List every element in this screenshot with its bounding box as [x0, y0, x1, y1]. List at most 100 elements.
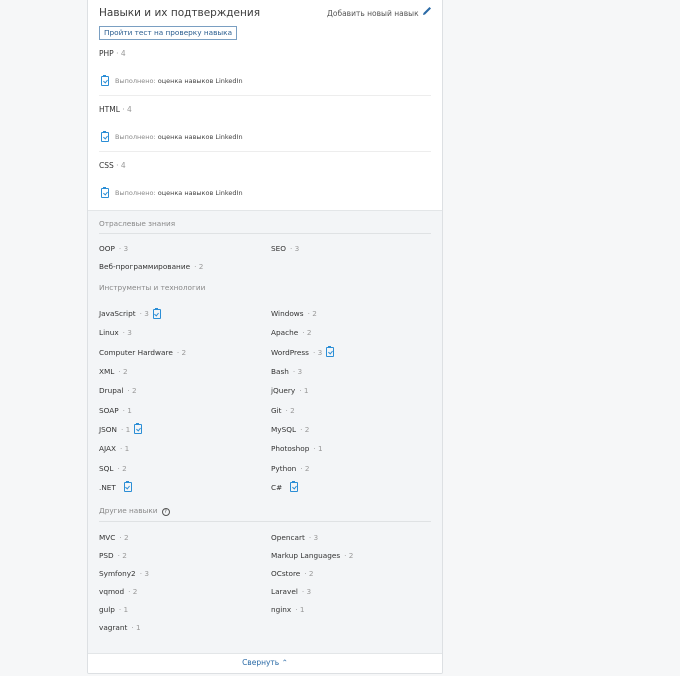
skill-name: OCstore [271, 568, 301, 578]
skill-name: Markup Languages [271, 550, 341, 560]
endorsement-count: · 1 [120, 444, 130, 454]
industry-knowledge-list: OOP · 3 SEO · 3 Веб-программирование · 2 [99, 239, 431, 275]
skill-item[interactable]: XML · 2 [99, 362, 271, 381]
skill-item[interactable]: MVC · 2 [99, 528, 271, 546]
endorsement-count: · 3 [292, 367, 303, 377]
endorsement-count: · 4 [116, 49, 126, 58]
skill-html[interactable]: HTML · 4 [99, 105, 132, 114]
endorsement-count: · 3 [122, 328, 132, 338]
skill-name: MVC [99, 532, 116, 542]
skill-item[interactable]: Symfony2 · 3 [99, 564, 271, 582]
pencil-icon[interactable] [421, 5, 433, 17]
skill-item[interactable]: MySQL · 2 [271, 420, 442, 439]
skill-item[interactable]: Git · 2 [271, 400, 442, 419]
verified-prefix: Выполнено: [115, 77, 156, 85]
skill-item[interactable]: SQL · 2 [99, 458, 271, 477]
skill-item[interactable]: Apache · 2 [271, 323, 442, 342]
chevron-up-icon: ⌃ [281, 658, 288, 667]
skill-php[interactable]: PHP · 4 [99, 49, 126, 58]
add-skill-link[interactable]: Добавить новый навык [327, 9, 419, 18]
skill-name: SOAP [99, 405, 119, 415]
skill-name: SQL [99, 463, 114, 473]
skill-item[interactable]: vagrant · 1 [99, 618, 271, 636]
skill-item[interactable]: Photoshop · 1 [271, 439, 442, 458]
skill-name: Apache [271, 328, 299, 338]
endorsement-count: · 4 [116, 161, 126, 170]
skill-item[interactable]: Drupal · 2 [99, 381, 271, 400]
skill-item[interactable]: C# [271, 478, 442, 497]
skill-name: Git [271, 405, 282, 415]
verified-badge: Выполнено: оценка навыков LinkedIn [101, 131, 243, 142]
skill-name: Drupal [99, 386, 124, 396]
skill-item[interactable]: gulp · 1 [99, 600, 271, 618]
endorsement-count: · 2 [307, 309, 317, 319]
skill-name: CSS [99, 161, 114, 170]
skill-item[interactable]: Linux · 3 [99, 323, 271, 342]
skill-item[interactable]: PSD · 2 [99, 546, 271, 564]
skill-item[interactable]: SEO · 3 [271, 239, 442, 257]
section-title: Навыки и их подтверждения [99, 7, 261, 19]
skill-item[interactable]: jQuery · 1 [271, 381, 442, 400]
industry-knowledge-heading: Отраслевые знания [99, 219, 431, 234]
collapse-label: Свернуть [242, 658, 280, 667]
endorsement-count: · 2 [300, 424, 310, 434]
skill-name: gulp [99, 604, 115, 614]
take-skill-test-button[interactable]: Пройти тест на проверку навыка [99, 26, 238, 40]
endorsement-count: · 1 [313, 444, 323, 454]
skill-name: Laravel [271, 586, 298, 596]
verified-prefix: Выполнено: [115, 133, 156, 141]
other-skills-title: Другие навыки [99, 506, 158, 515]
endorsement-count: · 2 [194, 261, 204, 271]
skill-item[interactable]: Веб-программирование · 2 [99, 257, 271, 275]
skill-name: Linux [99, 328, 119, 338]
divider [99, 95, 431, 96]
endorsement-count: · 2 [119, 532, 129, 542]
skill-item[interactable]: OOP · 3 [99, 239, 271, 257]
skill-name: Веб-программирование [99, 261, 191, 271]
endorsement-count: · 1 [295, 604, 305, 614]
other-skills-section: Отраслевые знания OOP · 3 SEO · 3 Веб-програ… [88, 210, 442, 653]
skill-name: Opencart [271, 532, 305, 542]
skill-name: AJAX [99, 444, 117, 454]
endorsement-count: · 2 [302, 328, 312, 338]
clipboard-check-icon [290, 481, 299, 493]
help-icon[interactable]: ? [161, 508, 170, 516]
skill-name: .NET [99, 482, 116, 492]
skill-item[interactable]: .NET [99, 478, 271, 497]
skill-item[interactable]: nginx · 1 [271, 600, 442, 618]
endorsement-count: · 3 [308, 532, 319, 542]
collapse-button[interactable]: Свернуть ⌃ [88, 653, 442, 673]
skill-name: nginx [271, 604, 292, 614]
skill-item[interactable]: JSON · 1 [99, 420, 271, 439]
skill-item[interactable]: AJAX · 1 [99, 439, 271, 458]
endorsement-count: · 4 [122, 105, 132, 114]
skill-item[interactable]: Python · 2 [271, 458, 442, 477]
skill-css[interactable]: CSS · 4 [99, 161, 126, 170]
skill-item[interactable]: vqmod · 2 [99, 582, 271, 600]
endorsement-count: · 2 [117, 463, 127, 473]
verified-prefix: Выполнено: [115, 189, 156, 197]
skill-name: Symfony2 [99, 568, 136, 578]
skill-item[interactable]: JavaScript · 3 [99, 304, 271, 323]
clipboard-check-icon [326, 346, 335, 358]
endorsement-count: · 2 [118, 367, 128, 377]
skill-item[interactable]: SOAP · 1 [99, 400, 271, 419]
verified-text: оценка навыков LinkedIn [157, 189, 243, 197]
skill-name: HTML [99, 105, 120, 114]
tools-heading: Инструменты и технологии [99, 283, 206, 292]
skill-name: Bash [271, 367, 289, 377]
skill-item[interactable]: OCstore · 2 [271, 564, 442, 582]
skill-item[interactable]: WordPress · 3 [271, 343, 442, 362]
skill-item[interactable]: Computer Hardware · 2 [99, 343, 271, 362]
skill-item[interactable]: Bash · 3 [271, 362, 442, 381]
skills-card: Навыки и их подтверждения Добавить новый… [87, 0, 443, 674]
skill-item[interactable]: Markup Languages · 2 [271, 546, 442, 564]
skill-item[interactable]: Opencart · 3 [271, 528, 442, 546]
skill-item[interactable]: Laravel · 3 [271, 582, 442, 600]
clipboard-check-icon [101, 75, 109, 86]
skill-name: JSON [99, 424, 117, 434]
clipboard-check-icon [123, 481, 132, 493]
endorsement-count: · 2 [344, 550, 354, 560]
skill-item[interactable]: Windows · 2 [271, 304, 442, 323]
skill-name: JavaScript [99, 309, 136, 319]
